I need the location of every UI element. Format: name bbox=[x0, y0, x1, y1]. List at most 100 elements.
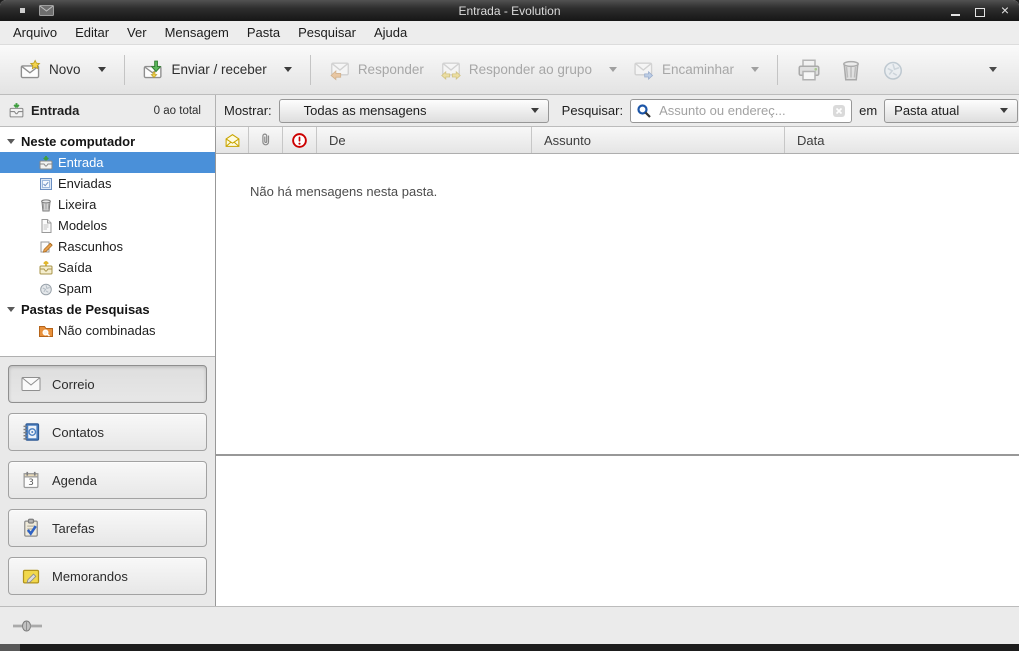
dropdown-arrow-icon bbox=[531, 108, 539, 113]
folder-saida[interactable]: Saída bbox=[0, 257, 215, 278]
switcher-label: Correio bbox=[52, 377, 95, 392]
new-message-button[interactable]: Novo bbox=[12, 54, 114, 86]
evolution-window: Entrada - Evolution × Arquivo Editar Ver… bbox=[0, 0, 1019, 644]
toolbar: Novo Enviar / receber Responder Responde… bbox=[0, 45, 1019, 95]
filter-search-bar: Entrada 0 ao total Mostrar: Todas as men… bbox=[0, 95, 1019, 127]
toolbar-separator bbox=[777, 55, 778, 85]
reply-icon bbox=[329, 59, 351, 81]
switcher-label: Contatos bbox=[52, 425, 104, 440]
scope-dropdown[interactable]: Pasta atual bbox=[884, 99, 1018, 123]
overflow-chevron-icon[interactable] bbox=[989, 67, 997, 72]
toolbar-separator bbox=[310, 55, 311, 85]
switcher-label: Memorandos bbox=[52, 569, 128, 584]
reply-group-label: Responder ao grupo bbox=[469, 62, 592, 77]
tree-group-this-computer[interactable]: Neste computador bbox=[0, 131, 215, 152]
forward-dropdown-arrow-icon[interactable] bbox=[751, 67, 759, 72]
current-folder-header: Entrada 0 ao total bbox=[0, 95, 216, 126]
new-dropdown-arrow-icon[interactable] bbox=[98, 67, 106, 72]
search-box[interactable] bbox=[630, 99, 852, 123]
folder-rascunhos[interactable]: Rascunhos bbox=[0, 236, 215, 257]
scope-value: Pasta atual bbox=[894, 103, 959, 118]
tree-group-search-folders[interactable]: Pastas de Pesquisas bbox=[0, 299, 215, 320]
dropdown-arrow-icon bbox=[1000, 108, 1008, 113]
column-label: Assunto bbox=[544, 133, 591, 148]
forward-label: Encaminhar bbox=[662, 62, 734, 77]
collapse-triangle-icon[interactable] bbox=[7, 307, 15, 312]
junk-icon bbox=[38, 281, 54, 297]
folder-entrada[interactable]: Entrada bbox=[0, 152, 215, 173]
menu-arquivo[interactable]: Arquivo bbox=[4, 22, 66, 43]
reply-button[interactable]: Responder bbox=[321, 54, 432, 86]
menu-pasta[interactable]: Pasta bbox=[238, 22, 289, 43]
junk-button[interactable] bbox=[872, 52, 914, 88]
switcher-agenda[interactable]: 3 Agenda bbox=[8, 461, 207, 499]
trash-icon bbox=[38, 197, 54, 213]
column-de[interactable]: De bbox=[317, 127, 532, 153]
menu-ajuda[interactable]: Ajuda bbox=[365, 22, 416, 43]
search-folder-icon bbox=[38, 323, 54, 339]
switcher-memorandos[interactable]: Memorandos bbox=[8, 557, 207, 595]
collapse-triangle-icon[interactable] bbox=[7, 139, 15, 144]
empty-folder-text: Não há mensagens nesta pasta. bbox=[250, 184, 437, 199]
switcher-label: Tarefas bbox=[52, 521, 95, 536]
titlebar-dot bbox=[20, 8, 25, 13]
calendar-icon: 3 bbox=[21, 470, 41, 490]
show-filter-dropdown[interactable]: Todas as mensagens bbox=[279, 99, 549, 123]
folder-label: Lixeira bbox=[58, 197, 96, 212]
maximize-button[interactable] bbox=[974, 5, 986, 17]
send-receive-dropdown-arrow-icon[interactable] bbox=[284, 67, 292, 72]
outbox-icon bbox=[38, 260, 54, 276]
column-read-status[interactable] bbox=[216, 127, 249, 153]
clear-input-icon[interactable] bbox=[832, 104, 846, 118]
folder-modelos[interactable]: Modelos bbox=[0, 215, 215, 236]
close-button[interactable]: × bbox=[999, 5, 1011, 17]
filter-controls: Mostrar: Todas as mensagens Pesquisar: e… bbox=[216, 95, 1019, 126]
scope-label: em bbox=[859, 103, 877, 118]
svg-text:3: 3 bbox=[28, 478, 34, 488]
message-list-body[interactable]: Não há mensagens nesta pasta. bbox=[216, 154, 1019, 456]
search-input[interactable] bbox=[657, 102, 827, 119]
menu-ver[interactable]: Ver bbox=[118, 22, 156, 43]
folder-nao-combinadas[interactable]: Não combinadas bbox=[0, 320, 215, 341]
online-plug-icon[interactable] bbox=[12, 618, 44, 634]
send-receive-button[interactable]: Enviar / receber bbox=[135, 54, 300, 86]
folder-spam[interactable]: Spam bbox=[0, 278, 215, 299]
send-receive-icon bbox=[143, 59, 165, 81]
new-button-label: Novo bbox=[49, 62, 81, 77]
junk-icon bbox=[881, 58, 905, 82]
reply-group-button[interactable]: Responder ao grupo bbox=[432, 54, 625, 86]
forward-button[interactable]: Encaminhar bbox=[625, 54, 767, 86]
minimize-button[interactable] bbox=[949, 5, 961, 17]
current-folder-name: Entrada bbox=[31, 103, 79, 118]
delete-button[interactable] bbox=[830, 52, 872, 88]
folder-lixeira[interactable]: Lixeira bbox=[0, 194, 215, 215]
column-assunto[interactable]: Assunto bbox=[532, 127, 785, 153]
print-button[interactable] bbox=[788, 52, 830, 88]
menu-editar[interactable]: Editar bbox=[66, 22, 118, 43]
message-count: 0 ao total bbox=[154, 105, 201, 117]
mail-icon bbox=[21, 376, 41, 392]
column-priority[interactable] bbox=[283, 127, 317, 153]
menubar: Arquivo Editar Ver Mensagem Pasta Pesqui… bbox=[0, 21, 1019, 45]
reply-label: Responder bbox=[358, 62, 424, 77]
menu-mensagem[interactable]: Mensagem bbox=[156, 22, 238, 43]
column-label: Data bbox=[797, 133, 824, 148]
column-data[interactable]: Data bbox=[785, 127, 1019, 153]
preview-pane[interactable] bbox=[216, 456, 1019, 606]
read-status-icon bbox=[224, 132, 241, 149]
switcher-correio[interactable]: Correio bbox=[8, 365, 207, 403]
window-envelope-icon[interactable] bbox=[39, 5, 54, 16]
show-label: Mostrar: bbox=[224, 103, 272, 118]
menu-pesquisar[interactable]: Pesquisar bbox=[289, 22, 365, 43]
titlebar[interactable]: Entrada - Evolution × bbox=[0, 0, 1019, 21]
toolbar-separator bbox=[124, 55, 125, 85]
reply-group-dropdown-arrow-icon[interactable] bbox=[609, 67, 617, 72]
folder-label: Saída bbox=[58, 260, 92, 275]
sidebar: Neste computador Entrada Enviadas bbox=[0, 127, 216, 606]
inbox-icon bbox=[38, 155, 54, 171]
column-attachment[interactable] bbox=[249, 127, 283, 153]
switcher-contatos[interactable]: Contatos bbox=[8, 413, 207, 451]
switcher-tarefas[interactable]: Tarefas bbox=[8, 509, 207, 547]
folder-enviadas[interactable]: Enviadas bbox=[0, 173, 215, 194]
forward-icon bbox=[633, 59, 655, 81]
